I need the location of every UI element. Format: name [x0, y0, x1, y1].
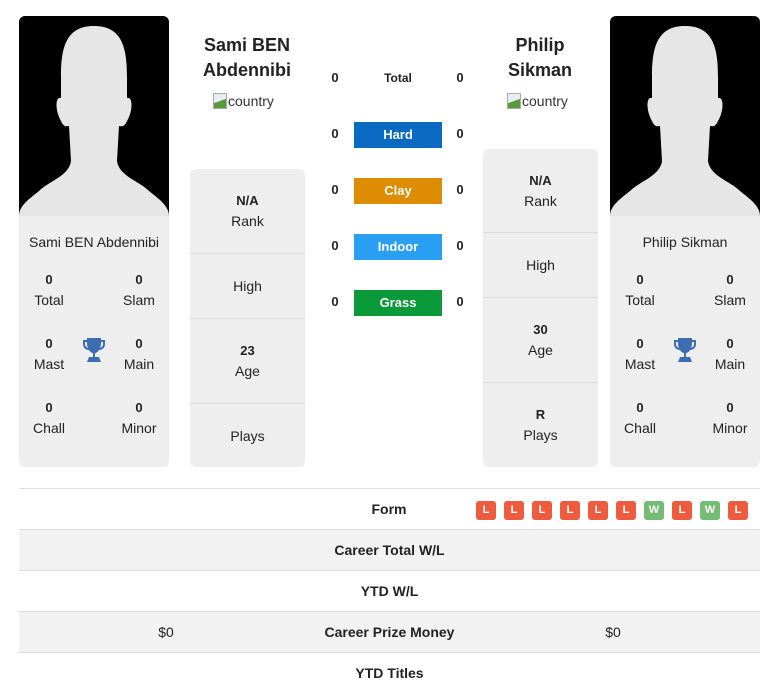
player2-stats: N/A Rank High 30 Age R Plays: [483, 149, 598, 467]
player1-titles-slam: 0 Slam: [123, 272, 155, 308]
player2-name-heading[interactable]: Philip Sikman: [470, 33, 610, 83]
h2h-hard-row: 0 Hard 0: [325, 122, 475, 150]
form-badge-loss[interactable]: L: [560, 501, 580, 520]
ytd-wl-label: YTD W/L: [360, 583, 419, 599]
player1-card: Sami BEN Abdennibi 0 Total 0 Slam 0 Mast 0M…: [19, 16, 169, 467]
player1-titles: 0 Total 0 Slam 0 Mast 0 Main 0 Chall 0 Minor: [19, 250, 169, 450]
h2h-clay-row: 0 Clay 0: [325, 178, 475, 206]
player2-titles-total: 0 Total: [625, 272, 655, 308]
form-badge-loss[interactable]: L: [616, 501, 636, 520]
broken-image-icon: [507, 93, 521, 109]
player2-card-name: Philip Sikman: [642, 234, 728, 250]
trophy-icon: [83, 338, 105, 362]
player1-age: 23 Age: [190, 319, 305, 404]
player2-country-flag: country: [507, 93, 568, 109]
ytd-wl-row: YTD W/L: [19, 570, 760, 611]
player2-titles-minor: 0 Minor: [712, 400, 748, 436]
player1-high: High: [190, 254, 305, 319]
form-badge-loss[interactable]: L: [504, 501, 524, 520]
broken-image-icon: [213, 93, 227, 109]
career-wl-label: Career Total W/L: [334, 542, 445, 558]
player1-rank: N/A Rank: [190, 169, 305, 254]
h2h-grass-label[interactable]: Grass: [354, 290, 442, 316]
player2-titles-chall: 0 Chall: [624, 400, 656, 436]
form-row: Form LLLLLLWLWL: [19, 488, 760, 529]
player1-plays: Plays: [230, 427, 265, 444]
player2-titles-slam: 0 Slam: [714, 272, 746, 308]
player2-high: High: [483, 233, 598, 298]
prize-money-row: $0 Career Prize Money $0: [19, 611, 760, 652]
player2-titles-mast: 0 Mast: [624, 336, 656, 372]
h2h-indoor-label[interactable]: Indoor: [354, 234, 442, 260]
form-badge-loss[interactable]: L: [672, 501, 692, 520]
silhouette-icon: [610, 26, 760, 216]
player1-photo: [19, 16, 169, 216]
player2-rank: N/A Rank: [483, 149, 598, 233]
form-badge-loss[interactable]: L: [588, 501, 608, 520]
player1-country-flag: country: [213, 93, 274, 109]
player1-stats: N/A Rank High 23 Age Plays: [190, 169, 305, 467]
player1-card-name: Sami BEN Abdennibi: [29, 234, 159, 250]
form-badge-loss[interactable]: L: [532, 501, 552, 520]
form-badge-win[interactable]: W: [700, 501, 720, 520]
comparison-table: Form LLLLLLWLWL Career Total W/L YTD W/L…: [19, 488, 760, 693]
player1-titles-minor: 0 Minor: [121, 400, 157, 436]
player2-age: 30 Age: [483, 298, 598, 383]
player2-prize-money: $0: [605, 624, 621, 640]
form-label: Form: [371, 501, 407, 517]
h2h-indoor-row: 0 Indoor 0: [325, 234, 475, 262]
h2h-clay-label[interactable]: Clay: [354, 178, 442, 204]
player1-titles-total: 0 Total: [34, 272, 64, 308]
player1-titles-chall: 0 Chall: [33, 400, 65, 436]
form-badge-win[interactable]: W: [644, 501, 664, 520]
h2h-grass-row: 0 Grass 0: [325, 290, 475, 318]
form-badge-loss[interactable]: L: [728, 501, 748, 520]
player2-plays: R Plays: [523, 407, 558, 443]
silhouette-icon: [19, 26, 169, 216]
ytd-titles-row: YTD Titles: [19, 652, 760, 693]
form-badges: LLLLLLWLWL: [476, 501, 748, 520]
form-badge-loss[interactable]: L: [476, 501, 496, 520]
h2h-total-label: Total: [384, 71, 412, 85]
player2-card: Philip Sikman 0 Total 0 Slam 0 Mast 0 Main 0…: [610, 16, 760, 467]
player2-titles: 0 Total 0 Slam 0 Mast 0 Main 0 Chall 0 Minor: [610, 250, 760, 450]
trophy-icon: [674, 338, 696, 362]
player1-name-heading[interactable]: Sami BEN Abdennibi: [177, 33, 317, 83]
player1-titles-mast: 0 Mast: [33, 336, 65, 372]
h2h-total-row: 0 Total 0: [325, 66, 475, 94]
player2-photo: [610, 16, 760, 216]
career-wl-row: Career Total W/L: [19, 529, 760, 570]
h2h-hard-label[interactable]: Hard: [354, 122, 442, 148]
player2-titles-main: 0 Main: [714, 336, 746, 372]
player1-titles-main: 0 Main: [123, 336, 155, 372]
ytd-titles-label: YTD Titles: [355, 665, 424, 681]
